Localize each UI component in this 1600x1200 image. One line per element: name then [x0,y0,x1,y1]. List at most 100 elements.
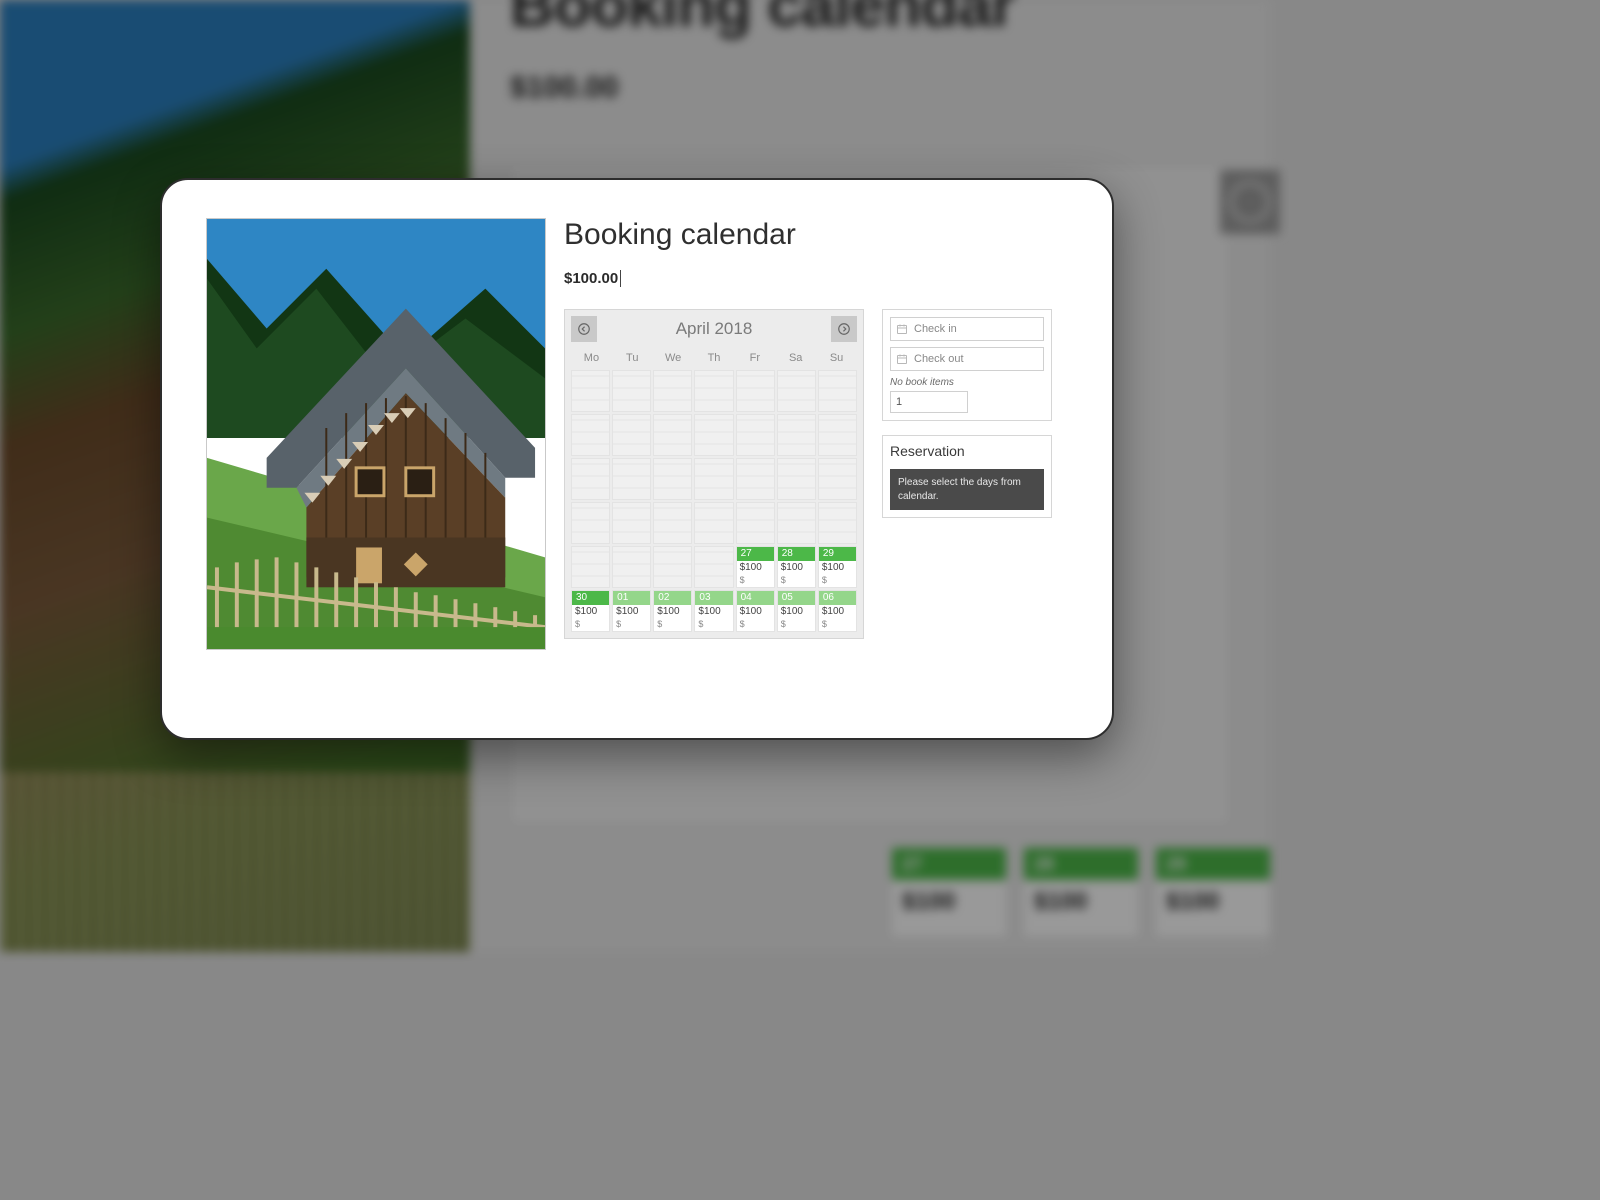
calendar-day-currency: $ [822,575,827,585]
calendar-day-price: $100 [822,606,844,617]
calendar-day-price: $100 [698,606,720,617]
calendar-day-available[interactable]: 02$100 $ [653,590,692,632]
calendar-day-price: $100 [822,562,844,573]
calendar-day-disabled [612,414,651,456]
calendar-day-available[interactable]: 05$100$ [777,590,816,632]
booking-form-panel: Check in Check out No book items [882,309,1052,421]
calendar-day-number: 02 [654,591,691,605]
checkin-input[interactable]: Check in [890,317,1044,341]
calendar-weekday: Su [816,352,857,364]
calendar-day-number: 29 [819,547,856,561]
bg-price: $100.00 [510,71,1230,105]
calendar-weekday: We [653,352,694,364]
calendar-day-number: 05 [778,591,815,605]
listing-image [206,218,546,650]
calendar-day-available[interactable]: 04$100 $ [736,590,775,632]
reservation-panel: Reservation Please select the days from … [882,435,1052,518]
bg-cal-cell: 28$100 [1024,848,1138,936]
calendar-icon [896,353,908,365]
nobook-items-label: No book items [890,377,1044,388]
modal-main: Booking calendar $100.00 April 2018 MoTu… [564,218,1068,708]
calendar-day-disabled [736,370,775,412]
calendar-day-available[interactable]: 03$100 $ [694,590,733,632]
calendar-day-disabled [571,414,610,456]
calendar-weekday: Fr [734,352,775,364]
calendar-day-disabled [571,458,610,500]
checkin-placeholder: Check in [914,323,957,335]
calendar-day-disabled [571,502,610,544]
calendar-day-number: 03 [695,591,732,605]
calendar-prev-button[interactable] [571,316,597,342]
listing-title: Booking calendar [564,218,1068,252]
reservation-message: Please select the days from calendar. [890,469,1044,510]
calendar-day-currency: $ [616,619,621,629]
calendar-day-available[interactable]: 06$100$ [818,590,857,632]
calendar-day-currency: $ [740,619,745,629]
calendar-day-available[interactable]: 27$100 $ [736,546,775,588]
listing-price: $100.00 [564,270,621,287]
calendar: April 2018 MoTuWeThFrSaSu 27$100$28$100$… [564,309,864,639]
chevron-right-icon [837,322,851,336]
calendar-day-number: 27 [737,547,774,561]
calendar-day-currency: $ [698,619,703,629]
calendar-weekday: Sa [775,352,816,364]
calendar-day-disabled [818,414,857,456]
bg-avail-row: 27$100 28$100 29$100 [892,848,1270,936]
calendar-day-number: 01 [613,591,650,605]
calendar-day-disabled [818,502,857,544]
calendar-day-disabled [777,458,816,500]
chevron-left-icon [577,322,591,336]
calendar-day-disabled [694,458,733,500]
calendar-day-price: $100 [657,606,679,617]
calendar-icon [896,323,908,335]
calendar-day-number: 30 [572,591,609,605]
calendar-day-price: $100 [740,562,762,573]
calendar-grid: 27$100$28$100$29$100$30$100$01$100$02$10… [571,370,857,632]
calendar-weekday: Mo [571,352,612,364]
calendar-weekday: Th [694,352,735,364]
bg-info-button [1220,170,1280,234]
calendar-day-currency: $ [657,619,662,629]
calendar-day-disabled [571,370,610,412]
checkout-placeholder: Check out [914,353,964,365]
calendar-day-price: $100 [616,606,638,617]
calendar-weekday-row: MoTuWeThFrSaSu [571,348,857,370]
calendar-day-price: $100 [740,606,762,617]
nobook-items-input[interactable] [890,391,968,413]
calendar-day-disabled [653,370,692,412]
calendar-next-button[interactable] [831,316,857,342]
calendar-day-number: 28 [778,547,815,561]
bg-page-title: Booking calendar [510,0,1230,41]
calendar-day-disabled [818,458,857,500]
calendar-day-price: $100 [575,606,597,617]
calendar-day-disabled [694,370,733,412]
calendar-weekday: Tu [612,352,653,364]
calendar-day-available[interactable]: 29$100 $ [818,546,857,588]
calendar-day-disabled [653,546,692,588]
calendar-day-disabled [612,546,651,588]
calendar-day-disabled [653,458,692,500]
calendar-day-available[interactable]: 01$100 $ [612,590,651,632]
calendar-day-disabled [612,502,651,544]
calendar-day-price: $100 [781,562,803,573]
calendar-day-disabled [736,502,775,544]
calendar-day-disabled [818,370,857,412]
calendar-day-disabled [653,414,692,456]
calendar-day-disabled [612,458,651,500]
calendar-day-disabled [736,458,775,500]
calendar-day-number: 04 [737,591,774,605]
calendar-day-disabled [571,546,610,588]
calendar-day-available[interactable]: 30$100$ [571,590,610,632]
bg-cal-cell: 29$100 [1156,848,1270,936]
reservation-title: Reservation [890,443,1044,459]
calendar-day-disabled [736,414,775,456]
booking-modal: Booking calendar $100.00 April 2018 MoTu… [160,178,1114,740]
calendar-day-price: $100 [781,606,803,617]
calendar-day-currency: $ [781,575,786,585]
calendar-day-disabled [694,502,733,544]
checkout-input[interactable]: Check out [890,347,1044,371]
calendar-day-disabled [777,502,816,544]
calendar-day-currency: $ [740,575,745,585]
calendar-day-number: 06 [819,591,856,605]
calendar-day-available[interactable]: 28$100 $ [777,546,816,588]
